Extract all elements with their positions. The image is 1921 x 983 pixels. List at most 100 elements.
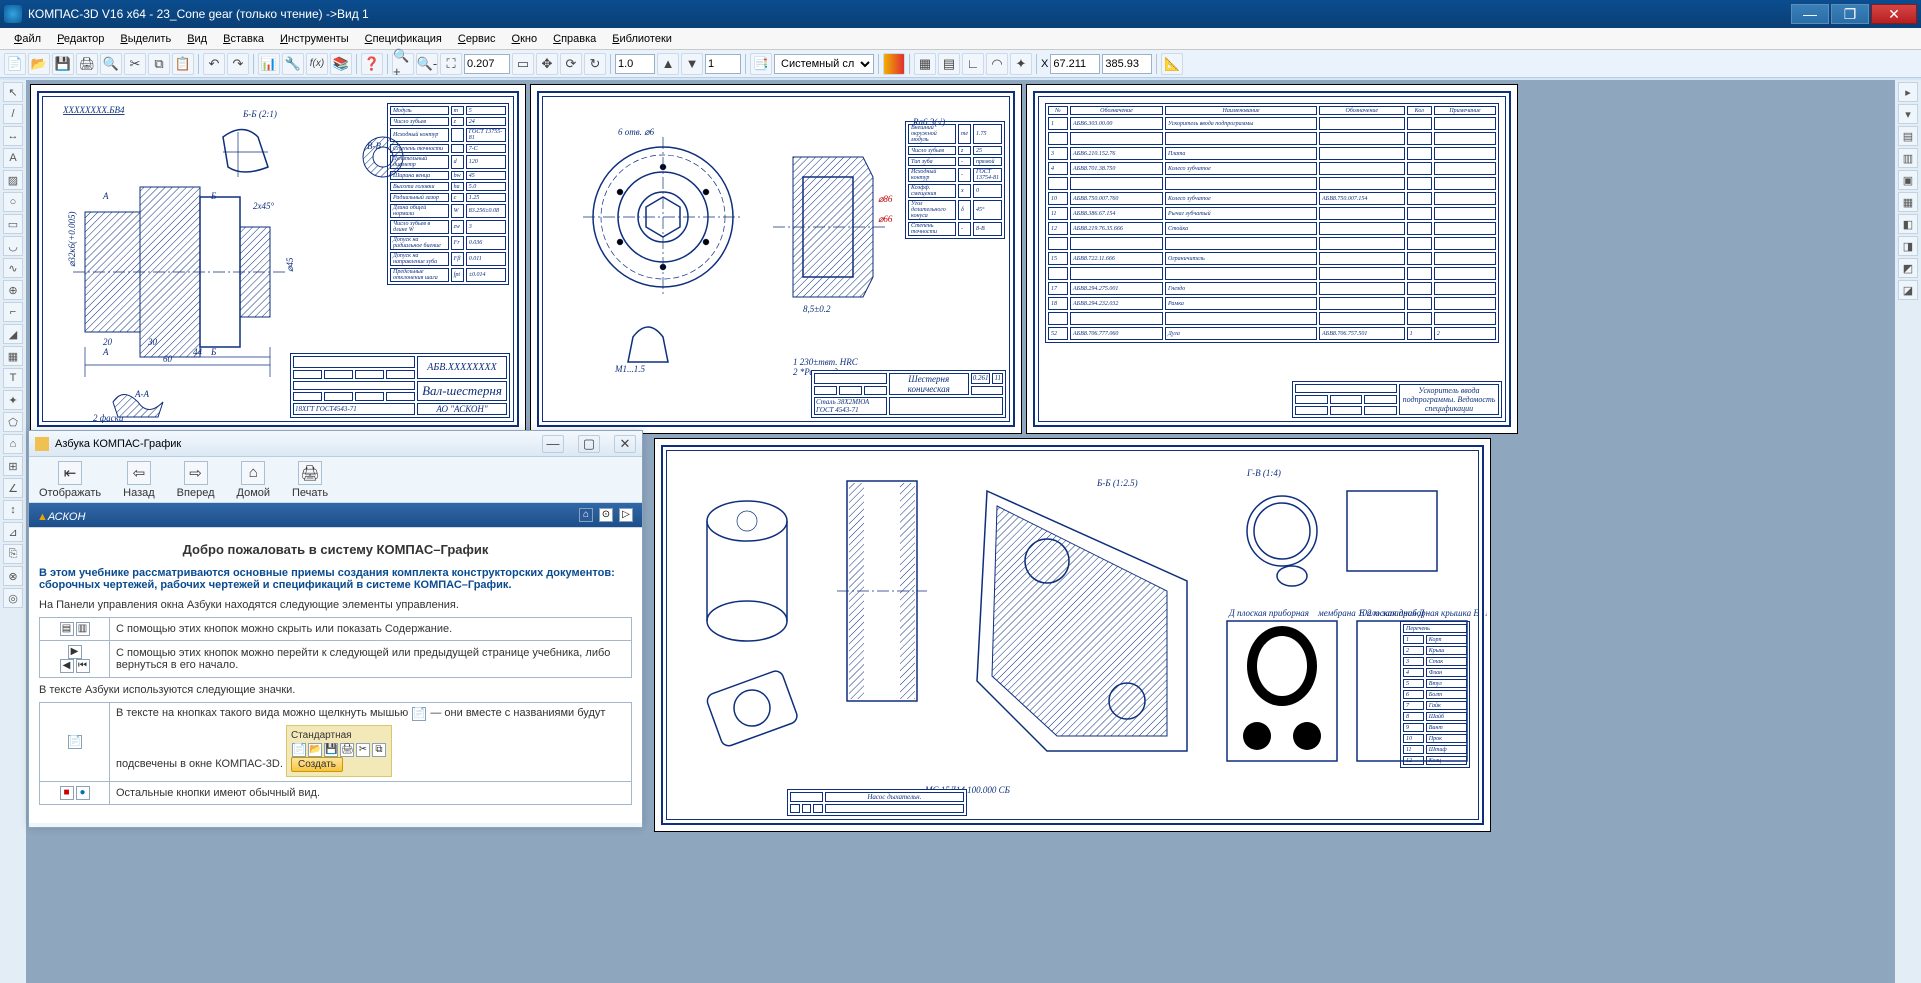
help-min-button[interactable]: — bbox=[542, 435, 564, 453]
coord-x[interactable] bbox=[1050, 54, 1100, 74]
dimension-icon[interactable]: ↔ bbox=[3, 126, 23, 146]
zoom-out-icon[interactable]: 🔍- bbox=[416, 53, 438, 75]
menu-editor[interactable]: Редактор bbox=[49, 31, 112, 47]
print-icon[interactable]: 🖨 bbox=[76, 53, 98, 75]
help-window[interactable]: Азбука КОМПАС-График — ▢ ✕ ⇤Отображать ⇦… bbox=[28, 430, 643, 828]
create-button[interactable]: Создать bbox=[291, 757, 343, 772]
drawing-sheet-4[interactable]: Б-Б (1:2.5) Г-В (1:4) МС 15Л14.100.000 С… bbox=[654, 438, 1491, 832]
panel-e-icon[interactable]: ▣ bbox=[1898, 170, 1918, 190]
help-back-button[interactable]: ⇦Назад bbox=[123, 461, 155, 499]
tool-y-icon[interactable]: ◎ bbox=[3, 588, 23, 608]
drawing-sheet-2[interactable]: 6 отв. ⌀6 ⌀86 ⌀66 8,5±0.2 M1...1.5 1 230… bbox=[530, 84, 1022, 434]
color-icon[interactable] bbox=[883, 53, 905, 75]
chamfer-icon[interactable]: ◢ bbox=[3, 324, 23, 344]
tool-u-icon[interactable]: ↕ bbox=[3, 500, 23, 520]
tool-t-icon[interactable]: T bbox=[3, 368, 23, 388]
help-content[interactable]: Добро пожаловать в систему КОМПАС–График… bbox=[29, 527, 642, 823]
zoom-in-icon[interactable]: 🔍+ bbox=[392, 53, 414, 75]
spline-icon[interactable]: ∿ bbox=[3, 258, 23, 278]
undo-icon[interactable]: ↶ bbox=[203, 53, 225, 75]
tool-s-icon[interactable]: ∠ bbox=[3, 478, 23, 498]
panel-f-icon[interactable]: ▦ bbox=[1898, 192, 1918, 212]
menu-file[interactable]: Файл bbox=[6, 31, 49, 47]
tool-x-icon[interactable]: ⊗ bbox=[3, 566, 23, 586]
menu-insert[interactable]: Вставка bbox=[215, 31, 272, 47]
scale-down-icon[interactable]: ▼ bbox=[681, 53, 703, 75]
local-icon[interactable]: ✦ bbox=[1010, 53, 1032, 75]
lib-icon[interactable]: 📚 bbox=[330, 53, 352, 75]
panel-g-icon[interactable]: ◧ bbox=[1898, 214, 1918, 234]
axis-icon[interactable]: ⊕ bbox=[3, 280, 23, 300]
text-icon[interactable]: A bbox=[3, 148, 23, 168]
panel-j-icon[interactable]: ◪ bbox=[1898, 280, 1918, 300]
measure-icon[interactable]: 📐 bbox=[1161, 53, 1183, 75]
fx-icon[interactable]: f(x) bbox=[306, 53, 328, 75]
panel-b-icon[interactable]: ▾ bbox=[1898, 104, 1918, 124]
rect-icon[interactable]: ▭ bbox=[3, 214, 23, 234]
help-forward-button[interactable]: ⇨Вперед bbox=[177, 461, 215, 499]
menu-view[interactable]: Вид bbox=[179, 31, 215, 47]
help-expand-icon[interactable]: ⊙ bbox=[599, 508, 613, 522]
pan-icon[interactable]: ✥ bbox=[536, 53, 558, 75]
minimize-button[interactable]: — bbox=[1791, 4, 1829, 24]
zoom-fit-icon[interactable]: ⛶ bbox=[440, 53, 462, 75]
copy-icon[interactable]: ⧉ bbox=[148, 53, 170, 75]
qty-value[interactable] bbox=[705, 54, 741, 74]
refresh-icon[interactable]: ↻ bbox=[584, 53, 606, 75]
fillet-icon[interactable]: ⌐ bbox=[3, 302, 23, 322]
circle-icon[interactable]: ○ bbox=[3, 192, 23, 212]
grid-icon[interactable]: ▦ bbox=[914, 53, 936, 75]
tool-v-icon[interactable]: ⊿ bbox=[3, 522, 23, 542]
help-pin-icon[interactable]: ⌂ bbox=[579, 508, 593, 522]
help-max-button[interactable]: ▢ bbox=[578, 435, 600, 453]
menu-service[interactable]: Сервис bbox=[450, 31, 504, 47]
save-icon[interactable]: 💾 bbox=[52, 53, 74, 75]
panel-a-icon[interactable]: ▸ bbox=[1898, 82, 1918, 102]
panel-h-icon[interactable]: ◨ bbox=[1898, 236, 1918, 256]
layers-icon[interactable]: 📑 bbox=[750, 53, 772, 75]
menu-help[interactable]: Справка bbox=[545, 31, 604, 47]
paste-icon[interactable]: 📋 bbox=[172, 53, 194, 75]
menu-window[interactable]: Окно bbox=[504, 31, 546, 47]
help-next-icon[interactable]: ▷ bbox=[619, 508, 633, 522]
tool-r-icon[interactable]: ⊞ bbox=[3, 456, 23, 476]
scale-up-icon[interactable]: ▲ bbox=[657, 53, 679, 75]
scale-value[interactable] bbox=[615, 54, 655, 74]
menu-libs[interactable]: Библиотеки bbox=[604, 31, 680, 47]
drawing-sheet-3[interactable]: №ОбозначениеНаименованиеОбозначениеКолПр… bbox=[1026, 84, 1518, 434]
menu-select[interactable]: Выделить bbox=[112, 31, 179, 47]
coord-y[interactable] bbox=[1102, 54, 1152, 74]
panel-i-icon[interactable]: ◩ bbox=[1898, 258, 1918, 278]
panel-d-icon[interactable]: ▥ bbox=[1898, 148, 1918, 168]
menu-tools[interactable]: Инструменты bbox=[272, 31, 357, 47]
preview-icon[interactable]: 🔍 bbox=[100, 53, 122, 75]
ortho-icon[interactable]: ∟ bbox=[962, 53, 984, 75]
rotate-icon[interactable]: ⟳ bbox=[560, 53, 582, 75]
redo-icon[interactable]: ↷ bbox=[227, 53, 249, 75]
maximize-button[interactable]: ❐ bbox=[1831, 4, 1869, 24]
tool-star-icon[interactable]: ✦ bbox=[3, 390, 23, 410]
line-icon[interactable]: / bbox=[3, 104, 23, 124]
close-button[interactable]: ✕ bbox=[1871, 4, 1917, 24]
layer-combo[interactable]: Системный сл bbox=[774, 54, 874, 74]
help-print-button[interactable]: 🖨Печать bbox=[292, 461, 328, 499]
help-show-button[interactable]: ⇤Отображать bbox=[39, 461, 101, 499]
menu-spec[interactable]: Спецификация bbox=[357, 31, 450, 47]
drawing-sheet-1[interactable]: XXXXXXXX.БВ4 Б-Б (2:1) В-В 60 44 2030 bbox=[30, 84, 526, 434]
tool-p-icon[interactable]: ⬠ bbox=[3, 412, 23, 432]
cut-icon[interactable]: ✂ bbox=[124, 53, 146, 75]
help-icon[interactable]: ❓ bbox=[361, 53, 383, 75]
prop-icon[interactable]: 📊 bbox=[258, 53, 280, 75]
table-icon[interactable]: ▦ bbox=[3, 346, 23, 366]
arc-icon[interactable]: ◡ bbox=[3, 236, 23, 256]
help-close-button[interactable]: ✕ bbox=[614, 435, 636, 453]
open-icon[interactable]: 📂 bbox=[28, 53, 50, 75]
panel-c-icon[interactable]: ▤ bbox=[1898, 126, 1918, 146]
snap-icon[interactable]: ▤ bbox=[938, 53, 960, 75]
zoom-window-icon[interactable]: ▭ bbox=[512, 53, 534, 75]
round-icon[interactable]: ◠ bbox=[986, 53, 1008, 75]
cursor-icon[interactable]: ↖ bbox=[3, 82, 23, 102]
zoom-value[interactable] bbox=[464, 54, 510, 74]
tool-q-icon[interactable]: ⌂ bbox=[3, 434, 23, 454]
tool-w-icon[interactable]: ⎘ bbox=[3, 544, 23, 564]
